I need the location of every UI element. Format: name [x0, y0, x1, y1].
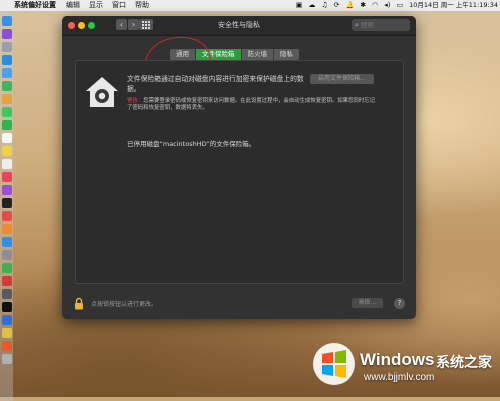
menu-bar: 系统偏好设置 编辑 显示 窗口 帮助 ▣ ☁ ♫ ⟳ 🔔 ✱ ◠ ◂) ▭ 10…: [0, 0, 500, 11]
warning-text: 您需要登录密码或恢复密钥来访问数据。在此设置过程中，会自动生成恢复密钥。如果您同…: [127, 98, 375, 111]
menu-edit[interactable]: 编辑: [66, 0, 80, 11]
search-field[interactable]: ⌕: [352, 19, 410, 31]
bluetooth-icon[interactable]: ✱: [360, 0, 366, 11]
wifi-icon[interactable]: ◠: [372, 0, 378, 11]
watermark-brand: Windows: [360, 350, 435, 369]
menu-window[interactable]: 窗口: [112, 0, 126, 11]
status-app-icon[interactable]: ▣: [296, 0, 303, 11]
menu-app-name[interactable]: 系统偏好设置: [14, 0, 56, 11]
dock-reminders-icon[interactable]: [1, 159, 12, 169]
menu-clock[interactable]: 10月14日 周一 上午11:19:34: [409, 0, 498, 11]
lock-hint-text: 点按锁按钮以进行更改。: [91, 301, 158, 308]
title-bar: ‹ › 安全性与隐私 ⌕: [62, 16, 416, 36]
advanced-button[interactable]: 高级…: [352, 298, 383, 308]
dock-app-icon[interactable]: [1, 276, 12, 286]
dock-app-icon[interactable]: [1, 263, 12, 273]
dock-notes-icon[interactable]: [1, 146, 12, 156]
dock-maps-icon[interactable]: [1, 81, 12, 91]
dock-music-icon[interactable]: [1, 172, 12, 182]
warning-label: 警告：: [127, 98, 144, 104]
filevault-panel: 文件保险箱通过自动对磁盘内容进行加密来保护磁盘上的数据。 启用文件保险箱… 警告…: [75, 60, 404, 284]
dock-photos-icon[interactable]: [1, 94, 12, 104]
windows-logo-icon: [313, 343, 355, 385]
dock-app-icon[interactable]: [1, 289, 12, 299]
dock-launchpad-icon[interactable]: [1, 42, 12, 52]
dock-trash-icon[interactable]: [1, 354, 12, 364]
security-privacy-window: ‹ › 安全性与隐私 ⌕ 通用 文件保险箱 防火墙 隐私 文件保险箱通过自动对磁…: [62, 16, 416, 319]
dock-tv-icon[interactable]: [1, 198, 12, 208]
dock-books-icon[interactable]: [1, 224, 12, 234]
dock-mail-icon[interactable]: [1, 68, 12, 78]
dock-finder-icon[interactable]: [1, 16, 12, 26]
dock-settings-icon[interactable]: [1, 250, 12, 260]
dock-terminal-icon[interactable]: [1, 302, 12, 312]
music-icon[interactable]: ♫: [321, 0, 327, 11]
filevault-status: 已停用磁盘“macintoshHD”的文件保险箱。: [127, 140, 256, 148]
filevault-warning: 警告：您需要登录密码或恢复密钥来访问数据。在此设置过程中，会自动生成恢复密钥。如…: [127, 98, 377, 112]
menu-help[interactable]: 帮助: [135, 0, 149, 11]
notification-icon[interactable]: 🔔: [346, 0, 355, 11]
dock-podcasts-icon[interactable]: [1, 185, 12, 195]
sync-icon[interactable]: ⟳: [334, 0, 340, 11]
watermark: Windows 系统之家 www.bjjmlv.com: [308, 336, 498, 394]
watermark-url: www.bjjmlv.com: [364, 372, 435, 383]
dock-news-icon[interactable]: [1, 211, 12, 221]
tab-firewall[interactable]: 防火墙: [241, 49, 274, 60]
dock-siri-icon[interactable]: [1, 29, 12, 39]
search-icon: ⌕: [355, 20, 359, 29]
lock-icon[interactable]: [74, 297, 84, 310]
dock-calendar-icon[interactable]: [1, 133, 12, 143]
filevault-house-icon: [86, 77, 118, 107]
menu-view[interactable]: 显示: [89, 0, 103, 11]
dock-safari-icon[interactable]: [1, 55, 12, 65]
volume-icon[interactable]: ◂): [384, 0, 390, 11]
help-button[interactable]: ?: [394, 298, 405, 309]
search-input[interactable]: [360, 21, 405, 29]
watermark-cn: 系统之家: [436, 355, 492, 371]
dock-app-icon[interactable]: [1, 328, 12, 338]
dock-app-icon[interactable]: [1, 315, 12, 325]
filevault-description: 文件保险箱通过自动对磁盘内容进行加密来保护磁盘上的数据。: [127, 75, 304, 93]
turn-on-filevault-button[interactable]: 启用文件保险箱…: [310, 74, 374, 84]
dock: [0, 12, 13, 401]
dock-appstore-icon[interactable]: [1, 237, 12, 247]
tab-privacy[interactable]: 隐私: [274, 49, 299, 60]
dock-messages-icon[interactable]: [1, 107, 12, 117]
dock-facetime-icon[interactable]: [1, 120, 12, 130]
dock-app-icon[interactable]: [1, 341, 12, 351]
battery-icon[interactable]: ▭: [397, 0, 404, 11]
cloud-icon[interactable]: ☁: [308, 0, 315, 11]
